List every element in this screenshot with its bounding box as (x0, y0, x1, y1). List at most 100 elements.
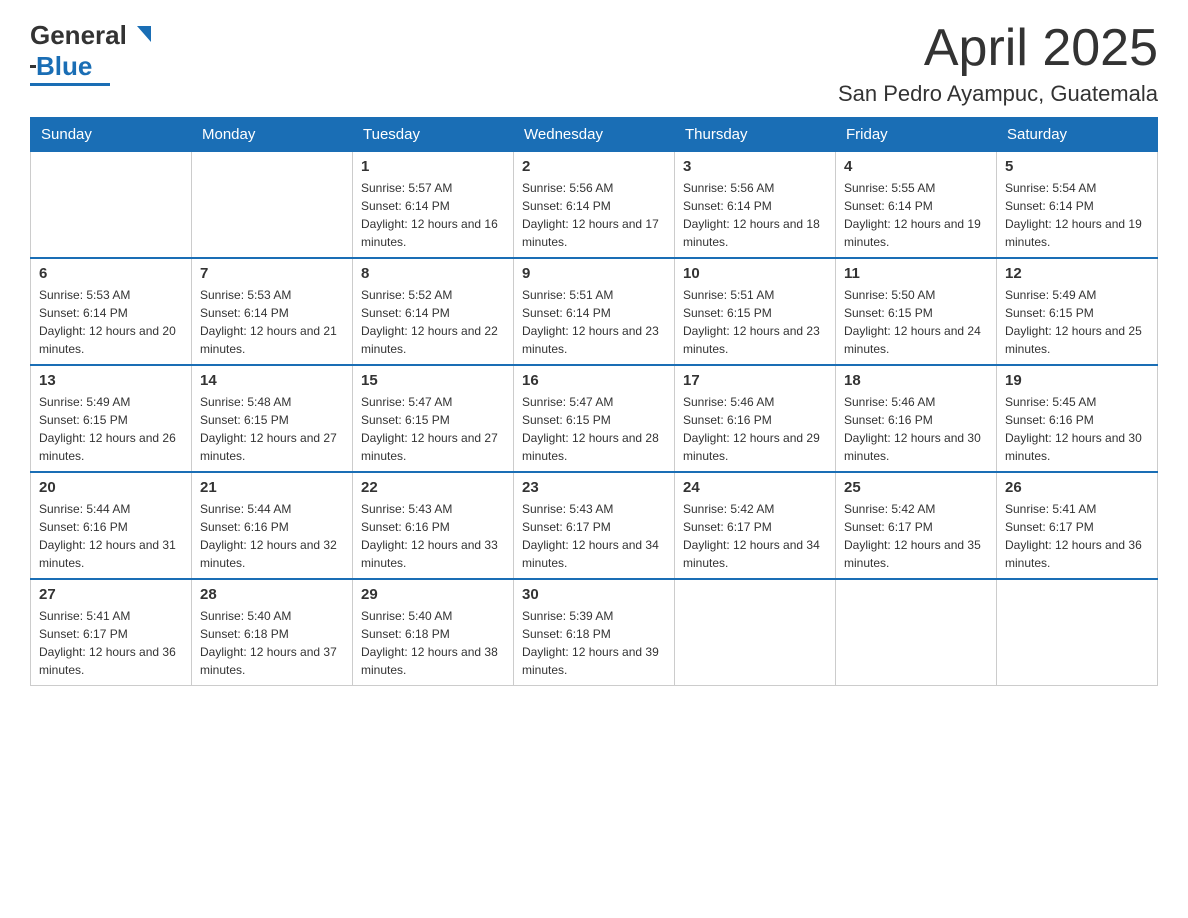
day-number: 1 (361, 158, 505, 175)
sunrise-text: Sunrise: 5:53 AM (39, 288, 130, 302)
table-row: 22Sunrise: 5:43 AMSunset: 6:16 PMDayligh… (353, 472, 514, 579)
sunset-text: Sunset: 6:14 PM (200, 306, 289, 320)
table-row: 12Sunrise: 5:49 AMSunset: 6:15 PMDayligh… (997, 258, 1158, 365)
sunset-text: Sunset: 6:14 PM (361, 306, 450, 320)
table-row: 20Sunrise: 5:44 AMSunset: 6:16 PMDayligh… (31, 472, 192, 579)
sunrise-text: Sunrise: 5:50 AM (844, 288, 935, 302)
table-row: 26Sunrise: 5:41 AMSunset: 6:17 PMDayligh… (997, 472, 1158, 579)
sunset-text: Sunset: 6:14 PM (683, 199, 772, 213)
day-info: Sunrise: 5:41 AMSunset: 6:17 PMDaylight:… (1005, 500, 1149, 572)
title-section: April 2025 San Pedro Ayampuc, Guatemala (838, 20, 1158, 107)
sunrise-text: Sunrise: 5:55 AM (844, 181, 935, 195)
day-info: Sunrise: 5:49 AMSunset: 6:15 PMDaylight:… (1005, 286, 1149, 358)
table-row: 9Sunrise: 5:51 AMSunset: 6:14 PMDaylight… (514, 258, 675, 365)
day-number: 14 (200, 372, 344, 389)
day-number: 9 (522, 265, 666, 282)
day-number: 24 (683, 479, 827, 496)
sunset-text: Sunset: 6:16 PM (1005, 413, 1094, 427)
sunrise-text: Sunrise: 5:51 AM (683, 288, 774, 302)
table-row: 13Sunrise: 5:49 AMSunset: 6:15 PMDayligh… (31, 365, 192, 472)
sunrise-text: Sunrise: 5:43 AM (361, 502, 452, 516)
sunset-text: Sunset: 6:16 PM (844, 413, 933, 427)
daylight-text: Daylight: 12 hours and 18 minutes. (683, 217, 820, 249)
day-info: Sunrise: 5:54 AMSunset: 6:14 PMDaylight:… (1005, 179, 1149, 251)
table-row: 7Sunrise: 5:53 AMSunset: 6:14 PMDaylight… (192, 258, 353, 365)
sunrise-text: Sunrise: 5:40 AM (361, 609, 452, 623)
table-row: 8Sunrise: 5:52 AMSunset: 6:14 PMDaylight… (353, 258, 514, 365)
calendar-week-row: 20Sunrise: 5:44 AMSunset: 6:16 PMDayligh… (31, 472, 1158, 579)
day-info: Sunrise: 5:49 AMSunset: 6:15 PMDaylight:… (39, 393, 183, 465)
table-row: 19Sunrise: 5:45 AMSunset: 6:16 PMDayligh… (997, 365, 1158, 472)
daylight-text: Daylight: 12 hours and 36 minutes. (39, 645, 176, 677)
logo-blue-text: Blue (36, 51, 92, 82)
day-info: Sunrise: 5:51 AM Sunset: 6:15 PM Daylight:… (683, 286, 827, 358)
sunset-text: Sunset: 6:15 PM (39, 413, 128, 427)
day-info: Sunrise: 5:52 AMSunset: 6:14 PMDaylight:… (361, 286, 505, 358)
header-tuesday: Tuesday (353, 118, 514, 152)
day-info: Sunrise: 5:39 AMSunset: 6:18 PMDaylight:… (522, 607, 666, 679)
daylight-text: Daylight: 12 hours and 38 minutes. (361, 645, 498, 677)
daylight-text: Daylight: 12 hours and 22 minutes. (361, 324, 498, 356)
sunrise-text: Sunrise: 5:47 AM (522, 395, 613, 409)
daylight-text: Daylight: 12 hours and 23 minutes. (683, 324, 820, 356)
sunrise-text: Sunrise: 5:42 AM (844, 502, 935, 516)
day-info: Sunrise: 5:42 AMSunset: 6:17 PMDaylight:… (683, 500, 827, 572)
sunrise-text: Sunrise: 5:47 AM (361, 395, 452, 409)
header-friday: Friday (836, 118, 997, 152)
table-row: 10Sunrise: 5:51 AMSunset: 6:15 PMDayligh… (675, 258, 836, 365)
day-number: 16 (522, 372, 666, 389)
sunset-text: Sunset: 6:16 PM (200, 520, 289, 534)
sunset-text: Sunset: 6:15 PM (844, 306, 933, 320)
header-monday: Monday (192, 118, 353, 152)
daylight-text: Daylight: 12 hours and 27 minutes. (200, 431, 337, 463)
daylight-text: Daylight: 12 hours and 19 minutes. (1005, 217, 1142, 249)
header-thursday: Thursday (675, 118, 836, 152)
sunrise-text: Sunrise: 5:56 AM (522, 181, 613, 195)
day-number: 27 (39, 586, 183, 603)
day-number: 23 (522, 479, 666, 496)
day-info: Sunrise: 5:42 AMSunset: 6:17 PMDaylight:… (844, 500, 988, 572)
daylight-text: Daylight: 12 hours and 34 minutes. (522, 538, 659, 570)
sunset-text: Sunset: 6:15 PM (683, 306, 772, 320)
day-number: 29 (361, 586, 505, 603)
day-info: Sunrise: 5:40 AMSunset: 6:18 PMDaylight:… (200, 607, 344, 679)
weekday-header-row: Sunday Monday Tuesday Wednesday Thursday… (31, 118, 1158, 152)
day-info: Sunrise: 5:56 AM Sunset: 6:14 PM Daylight:… (522, 179, 666, 251)
location-title: San Pedro Ayampuc, Guatemala (838, 81, 1158, 107)
sunset-text: Sunset: 6:15 PM (200, 413, 289, 427)
sunrise-text: Sunrise: 5:40 AM (200, 609, 291, 623)
sunrise-text: Sunrise: 5:48 AM (200, 395, 291, 409)
table-row (675, 579, 836, 686)
table-row: 23Sunrise: 5:43 AMSunset: 6:17 PMDayligh… (514, 472, 675, 579)
day-number: 22 (361, 479, 505, 496)
table-row: 27Sunrise: 5:41 AMSunset: 6:17 PMDayligh… (31, 579, 192, 686)
table-row: 17Sunrise: 5:46 AMSunset: 6:16 PMDayligh… (675, 365, 836, 472)
daylight-text: Daylight: 12 hours and 17 minutes. (522, 217, 659, 249)
day-number: 3 (683, 158, 827, 175)
sunrise-text: Sunrise: 5:53 AM (200, 288, 291, 302)
calendar-week-row: 1Sunrise: 5:57 AMSunset: 6:14 PMDaylight… (31, 152, 1158, 259)
sunset-text: Sunset: 6:14 PM (522, 199, 611, 213)
daylight-text: Daylight: 12 hours and 23 minutes. (522, 324, 659, 356)
day-number: 19 (1005, 372, 1149, 389)
day-number: 11 (844, 265, 988, 282)
daylight-text: Daylight: 12 hours and 29 minutes. (683, 431, 820, 463)
daylight-text: Daylight: 12 hours and 25 minutes. (1005, 324, 1142, 356)
table-row: 11 Sunrise: 5:50 AM Sunset: 6:15 PM Dayligh… (836, 258, 997, 365)
sunrise-text: Sunrise: 5:49 AM (39, 395, 130, 409)
sunrise-text: Sunrise: 5:51 AM (522, 288, 613, 302)
logo-general-text: General (30, 20, 127, 51)
calendar-week-row: 13Sunrise: 5:49 AMSunset: 6:15 PMDayligh… (31, 365, 1158, 472)
day-info: Sunrise: 5:40 AMSunset: 6:18 PMDaylight:… (361, 607, 505, 679)
table-row: 5Sunrise: 5:54 AMSunset: 6:14 PMDaylight… (997, 152, 1158, 259)
table-row: 29 Sunrise: 5:40 AMSunset: 6:18 PMDayligh… (353, 579, 514, 686)
table-row: 1Sunrise: 5:57 AMSunset: 6:14 PMDaylight… (353, 152, 514, 259)
day-info: Sunrise: 5:50 AM Sunset: 6:15 PM Daylight:… (844, 286, 988, 358)
day-info: Sunrise: 5:47 AMSunset: 6:15 PMDaylight:… (361, 393, 505, 465)
daylight-text: Daylight: 12 hours and 28 minutes. (522, 431, 659, 463)
daylight-text: Daylight: 12 hours and 24 minutes. (844, 324, 981, 356)
day-info: Sunrise: 5:53 AMSunset: 6:14 PMDaylight:… (200, 286, 344, 358)
sunset-text: Sunset: 6:14 PM (844, 199, 933, 213)
table-row: 3Sunrise: 5:56 AMSunset: 6:14 PMDaylight… (675, 152, 836, 259)
sunset-text: Sunset: 6:15 PM (361, 413, 450, 427)
